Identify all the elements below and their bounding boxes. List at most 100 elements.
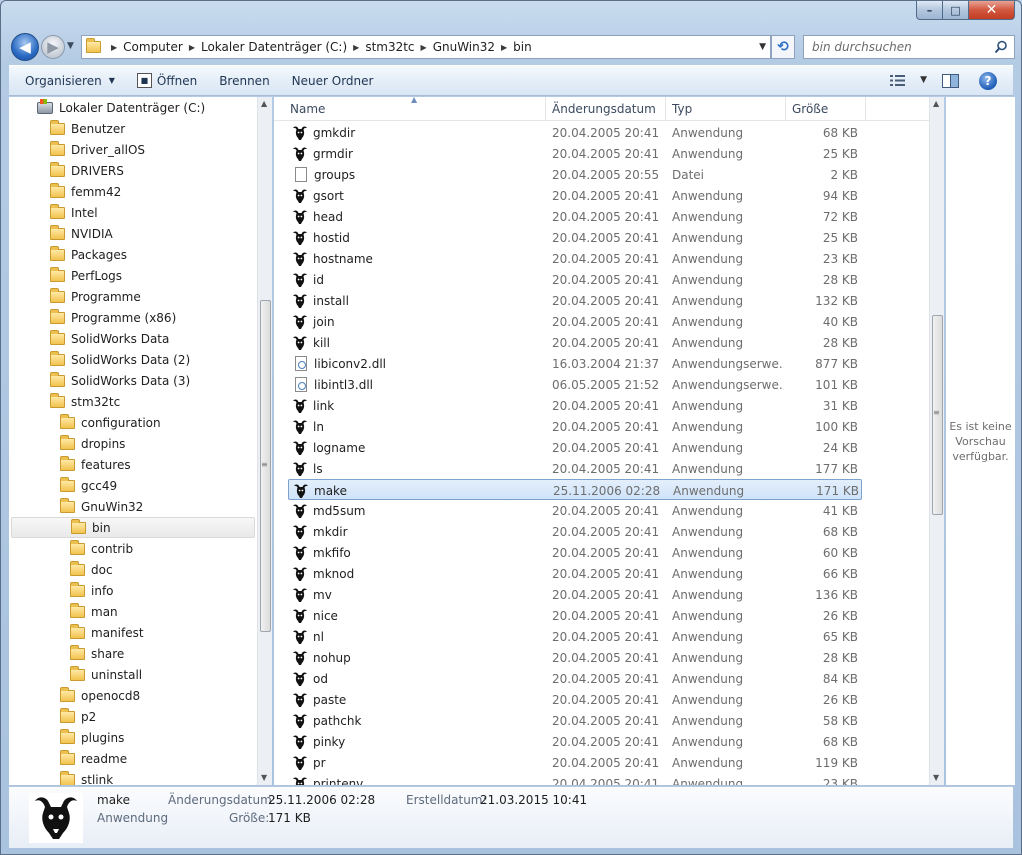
refresh-button[interactable]: ⟲ xyxy=(771,35,795,59)
file-row[interactable]: pinky 20.04.2005 20:41 Anwendung 68 KB xyxy=(288,731,862,752)
nav-item-openocd8[interactable]: openocd8 xyxy=(60,685,140,706)
file-row[interactable]: ls 20.04.2005 20:41 Anwendung 177 KB xyxy=(288,458,862,479)
breadcrumb-separator-icon[interactable]: ▶ xyxy=(189,43,195,52)
file-row[interactable]: pr 20.04.2005 20:41 Anwendung 119 KB xyxy=(288,752,862,773)
file-row[interactable]: nl 20.04.2005 20:41 Anwendung 65 KB xyxy=(288,626,862,647)
file-row[interactable]: mknod 20.04.2005 20:41 Anwendung 66 KB xyxy=(288,563,862,584)
file-row[interactable]: hostname 20.04.2005 20:41 Anwendung 23 KB xyxy=(288,248,862,269)
search-box[interactable] xyxy=(803,35,1015,59)
nav-item-uninstall[interactable]: uninstall xyxy=(70,664,142,685)
column-date[interactable]: Änderungsdatum xyxy=(546,97,666,121)
breadcrumb-drive[interactable]: Lokaler Datenträger (C:) xyxy=(201,40,347,54)
nav-item-solidworks-data-3[interactable]: SolidWorks Data (3) xyxy=(50,370,190,391)
file-row[interactable]: mv 20.04.2005 20:41 Anwendung 136 KB xyxy=(288,584,862,605)
file-row[interactable]: head 20.04.2005 20:41 Anwendung 72 KB xyxy=(288,206,862,227)
breadcrumb-computer[interactable]: Computer xyxy=(123,40,183,54)
breadcrumb-bin[interactable]: bin xyxy=(513,40,532,54)
nav-item-manifest[interactable]: manifest xyxy=(70,622,144,643)
nav-item-info[interactable]: info xyxy=(70,580,114,601)
file-row[interactable]: paste 20.04.2005 20:41 Anwendung 26 KB xyxy=(288,689,862,710)
minimize-button[interactable]: – xyxy=(916,1,943,20)
file-row[interactable]: kill 20.04.2005 20:41 Anwendung 28 KB xyxy=(288,332,862,353)
organize-button[interactable]: Organisieren ▼ xyxy=(25,74,115,88)
file-row[interactable]: pathchk 20.04.2005 20:41 Anwendung 58 KB xyxy=(288,710,862,731)
file-row[interactable]: libintl3.dll 06.05.2005 21:52 Anwendungser… xyxy=(288,374,862,395)
view-details-icon[interactable] xyxy=(890,74,905,87)
back-button[interactable]: ◀ xyxy=(11,33,39,61)
file-row[interactable]: gsort 20.04.2005 20:41 Anwendung 94 KB xyxy=(288,185,862,206)
nav-item-perflogs[interactable]: PerfLogs xyxy=(50,265,122,286)
file-row[interactable]: printenv 20.04.2005 20:41 Anwendung 23 KB xyxy=(288,773,862,785)
new-folder-button[interactable]: Neuer Ordner xyxy=(292,74,374,88)
nav-item-nvidia[interactable]: NVIDIA xyxy=(50,223,113,244)
file-row[interactable]: join 20.04.2005 20:41 Anwendung 40 KB xyxy=(288,311,862,332)
nav-item-benutzer[interactable]: Benutzer xyxy=(50,118,125,139)
nav-item-p2[interactable]: p2 xyxy=(60,706,96,727)
file-row[interactable]: grmdir 20.04.2005 20:41 Anwendung 25 KB xyxy=(288,143,862,164)
nav-item-configuration[interactable]: configuration xyxy=(60,412,161,433)
file-row[interactable]: mkdir 20.04.2005 20:41 Anwendung 68 KB xyxy=(288,521,862,542)
scroll-up-icon[interactable]: ▲ xyxy=(933,99,939,108)
close-button[interactable]: ✕ xyxy=(969,1,1015,20)
history-dropdown-icon[interactable]: ▼ xyxy=(67,41,74,51)
nav-item-share[interactable]: share xyxy=(70,643,124,664)
nav-item-lokaler-datentr-ger-c[interactable]: Lokaler Datenträger (C:) xyxy=(37,97,205,118)
column-name[interactable]: Name xyxy=(284,97,546,121)
file-row[interactable]: nohup 20.04.2005 20:41 Anwendung 28 KB xyxy=(288,647,862,668)
file-row[interactable]: nice 20.04.2005 20:41 Anwendung 26 KB xyxy=(288,605,862,626)
breadcrumb-separator-icon[interactable]: ▶ xyxy=(501,43,507,52)
nav-item-bin[interactable]: bin xyxy=(11,517,255,538)
burn-button[interactable]: Brennen xyxy=(219,74,269,88)
search-icon[interactable] xyxy=(994,40,1008,54)
breadcrumb-gnuwin32[interactable]: GnuWin32 xyxy=(433,40,495,54)
address-dropdown-icon[interactable]: ▼ xyxy=(759,42,766,52)
nav-item-stlink[interactable]: stlink xyxy=(60,769,113,785)
breadcrumb-separator-icon[interactable]: ▶ xyxy=(353,43,359,52)
file-row[interactable]: hostid 20.04.2005 20:41 Anwendung 25 KB xyxy=(288,227,862,248)
nav-scrollbar[interactable]: ▲ ≡ ▼ xyxy=(257,97,272,785)
nav-item-features[interactable]: features xyxy=(60,454,131,475)
nav-item-gnuwin32[interactable]: GnuWin32 xyxy=(60,496,143,517)
file-row[interactable]: link 20.04.2005 20:41 Anwendung 31 KB xyxy=(288,395,862,416)
breadcrumb-stm32tc[interactable]: stm32tc xyxy=(365,40,414,54)
open-button[interactable]: ■ Öffnen xyxy=(136,73,197,88)
breadcrumb-separator-icon[interactable]: ▶ xyxy=(421,43,427,52)
column-size[interactable]: Größe xyxy=(786,97,866,121)
file-row[interactable]: logname 20.04.2005 20:41 Anwendung 24 KB xyxy=(288,437,862,458)
file-row[interactable]: groups 20.04.2005 20:55 Datei 2 KB xyxy=(288,164,862,185)
address-bar[interactable]: ▶ Computer ▶ Lokaler Datenträger (C:) ▶ … xyxy=(81,35,771,59)
nav-item-man[interactable]: man xyxy=(70,601,118,622)
nav-item-readme[interactable]: readme xyxy=(60,748,127,769)
nav-item-intel[interactable]: Intel xyxy=(50,202,98,223)
preview-pane-toggle-icon[interactable] xyxy=(942,74,959,88)
file-list-scrollbar[interactable]: ▲ ≡ ▼ xyxy=(929,97,944,785)
view-dropdown-icon[interactable]: ▼ xyxy=(920,75,927,85)
nav-item-packages[interactable]: Packages xyxy=(50,244,127,265)
nav-item-programme[interactable]: Programme xyxy=(50,286,141,307)
scroll-up-icon[interactable]: ▲ xyxy=(261,99,267,108)
column-type[interactable]: Typ xyxy=(666,97,786,121)
nav-item-driver-allos[interactable]: Driver_allOS xyxy=(50,139,145,160)
file-row[interactable]: ln 20.04.2005 20:41 Anwendung 100 KB xyxy=(288,416,862,437)
nav-item-femm42[interactable]: femm42 xyxy=(50,181,121,202)
nav-item-doc[interactable]: doc xyxy=(70,559,113,580)
file-row[interactable]: id 20.04.2005 20:41 Anwendung 28 KB xyxy=(288,269,862,290)
file-row[interactable]: libiconv2.dll 16.03.2004 21:37 Anwendungse… xyxy=(288,353,862,374)
file-row[interactable]: mkfifo 20.04.2005 20:41 Anwendung 60 KB xyxy=(288,542,862,563)
nav-item-solidworks-data[interactable]: SolidWorks Data xyxy=(50,328,169,349)
nav-item-stm32tc[interactable]: stm32tc xyxy=(50,391,120,412)
nav-item-dropins[interactable]: dropins xyxy=(60,433,125,454)
forward-button[interactable]: ▶ xyxy=(41,35,65,59)
nav-item-drivers[interactable]: DRIVERS xyxy=(50,160,124,181)
breadcrumb-separator-icon[interactable]: ▶ xyxy=(111,43,117,52)
file-row[interactable]: install 20.04.2005 20:41 Anwendung 132 KB xyxy=(288,290,862,311)
scroll-down-icon[interactable]: ▼ xyxy=(933,773,939,782)
nav-item-solidworks-data-2[interactable]: SolidWorks Data (2) xyxy=(50,349,190,370)
maximize-button[interactable]: □ xyxy=(943,1,969,20)
search-input[interactable] xyxy=(812,40,992,54)
file-row[interactable]: od 20.04.2005 20:41 Anwendung 84 KB xyxy=(288,668,862,689)
nav-item-contrib[interactable]: contrib xyxy=(70,538,133,559)
file-row[interactable]: md5sum 20.04.2005 20:41 Anwendung 41 KB xyxy=(288,500,862,521)
scroll-down-icon[interactable]: ▼ xyxy=(261,773,267,782)
help-button[interactable]: ? xyxy=(979,72,997,90)
